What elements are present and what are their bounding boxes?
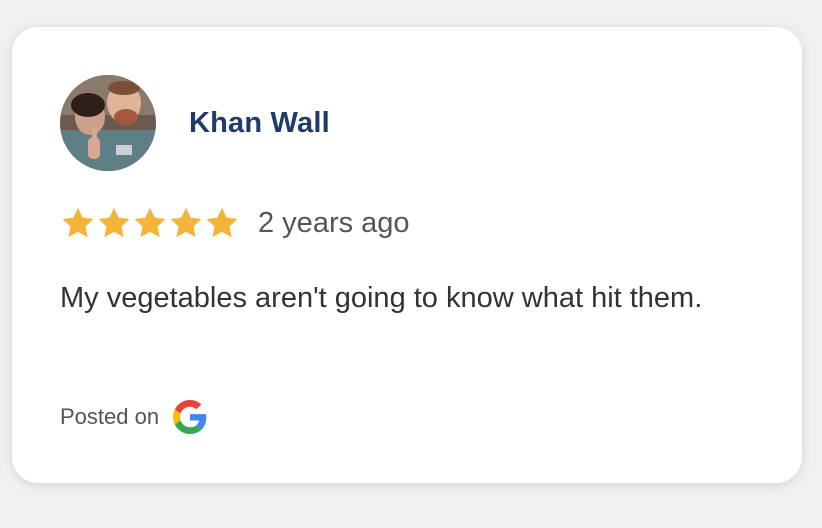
review-source: Posted on <box>60 399 207 435</box>
star-icon <box>98 207 130 238</box>
star-icon <box>170 207 202 238</box>
reviewer-name[interactable]: Khan Wall <box>189 107 330 140</box>
google-icon[interactable] <box>173 400 207 434</box>
review-card: Khan Wall 2 years ago My vegetables aren… <box>12 27 802 483</box>
star-rating <box>60 205 240 241</box>
star-icon <box>206 207 238 238</box>
star-icon <box>62 207 94 238</box>
star-icon <box>134 207 166 238</box>
reviewer-avatar-photo <box>60 75 156 171</box>
review-header: Khan Wall <box>60 75 330 171</box>
rating-row: 2 years ago <box>60 201 410 245</box>
review-text: My vegetables aren't going to know what … <box>60 282 703 314</box>
posted-on-label: Posted on <box>60 404 160 429</box>
review-time: 2 years ago <box>258 206 410 239</box>
avatar <box>60 75 156 171</box>
